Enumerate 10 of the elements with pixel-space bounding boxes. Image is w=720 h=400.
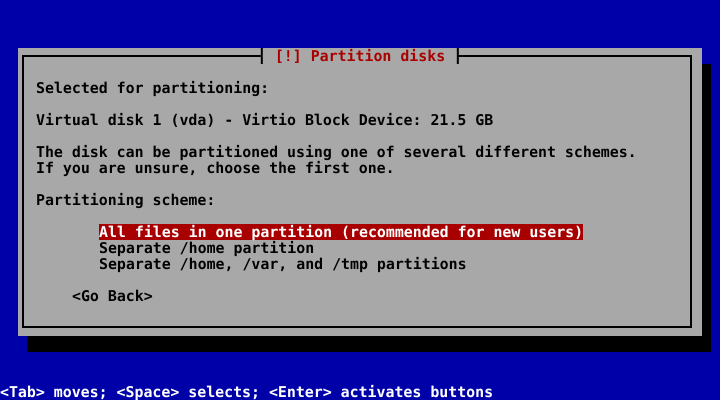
help-line: <Tab> moves; <Space> selects; <Enter> activates buttons (0, 384, 494, 400)
dialog-title: [!] Partition disks (260, 48, 460, 64)
dialog-text: The disk can be partitioned using one of several different schemes. If you are unsure, choose the first one. (36, 144, 638, 176)
go-back-button[interactable]: <Go Back> (72, 288, 153, 304)
dialog-text: Selected for partitioning: (36, 80, 270, 96)
dialog-text: Virtual disk 1 (vda) - Virtio Block Device: 21.5 GB (36, 112, 494, 128)
scheme-option[interactable]: Separate /home, /var, and /tmp partitions (99, 256, 467, 272)
scheme-option[interactable]: Separate /home partition (99, 240, 314, 256)
scheme-label: Partitioning scheme: (36, 192, 216, 208)
scheme-option[interactable]: All files in one partition (recommended for new users) (99, 224, 584, 240)
